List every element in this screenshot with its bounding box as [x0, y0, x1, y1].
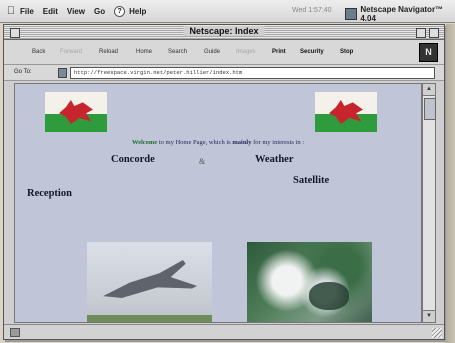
menu-file[interactable]: File [20, 7, 34, 16]
security-button[interactable]: Security [300, 49, 324, 55]
collapse-box-icon[interactable] [429, 28, 439, 38]
menu-clock: Wed 1:57:40 [292, 7, 332, 14]
application-name: Netscape Navigator™ 4.04 [360, 5, 444, 23]
desktop-edge [446, 24, 455, 343]
satellite-cloud-shadow [309, 282, 349, 310]
url-field[interactable]: http://freespace.virgin.net/peter.hillie… [70, 67, 435, 79]
search-button[interactable]: Search [168, 49, 187, 55]
menu-help[interactable]: Help [129, 7, 146, 16]
satellite-link[interactable]: Satellite [293, 175, 329, 186]
resize-grip-icon[interactable] [432, 328, 442, 338]
menu-edit[interactable]: Edit [43, 7, 58, 16]
bookmark-icon[interactable] [58, 68, 67, 78]
images-button[interactable]: Images [236, 49, 256, 55]
netscape-logo[interactable]: N [419, 43, 438, 62]
location-bar: Go To: http://freespace.virgin.net/peter… [4, 65, 444, 81]
welcome-text: Welcome to my Home Page, which is mainly… [15, 139, 421, 146]
concorde-photo[interactable] [87, 242, 212, 322]
forward-button[interactable]: Forward [60, 49, 82, 55]
apple-icon[interactable]:  [2, 5, 20, 17]
netscape-logo-letter: N [425, 47, 432, 57]
menu-bar:  File Edit View Go ? Help Wed 1:57:40 N… [0, 0, 455, 23]
up-arrow-icon[interactable]: ▲ [423, 84, 435, 96]
welcome-middle: to my Home Page, which is [157, 139, 233, 146]
welcome-emphasis: mainly [232, 139, 252, 146]
zoom-box-icon[interactable] [416, 28, 426, 38]
down-arrow-icon[interactable]: ▼ [423, 310, 435, 322]
application-menu[interactable]: Netscape Navigator™ 4.04 [345, 5, 455, 23]
title-bar[interactable]: Netscape: Index [4, 25, 444, 40]
concorde-jet-icon [103, 260, 197, 298]
status-bar [4, 324, 444, 339]
welsh-flag-right [315, 92, 377, 132]
navigation-toolbar: Back Forward Reload Home Search Guide Im… [4, 40, 444, 65]
scroll-thumb[interactable] [424, 98, 436, 120]
security-lock-icon[interactable] [10, 328, 20, 337]
reload-button[interactable]: Reload [99, 49, 118, 55]
print-button[interactable]: Print [272, 49, 286, 55]
window-title: Netscape: Index [183, 26, 265, 36]
vertical-scrollbar[interactable]: ▲ ▼ [422, 83, 436, 323]
menu-go[interactable]: Go [94, 7, 105, 16]
location-label: Go To: [14, 69, 32, 75]
ampersand: & [199, 157, 206, 166]
close-box-icon[interactable] [10, 28, 20, 38]
stop-button[interactable]: Stop [340, 49, 353, 55]
welcome-word: Welcome [131, 139, 158, 146]
back-button[interactable]: Back [32, 49, 45, 55]
guide-button[interactable]: Guide [204, 49, 220, 55]
concorde-link[interactable]: Concorde [111, 154, 155, 165]
netscape-app-icon [345, 8, 358, 20]
weather-link[interactable]: Weather [255, 154, 294, 165]
menu-view[interactable]: View [67, 7, 85, 16]
welsh-flag-left [45, 92, 107, 132]
help-icon[interactable]: ? [114, 5, 126, 17]
page-content: Welcome to my Home Page, which is mainly… [14, 83, 422, 323]
welcome-suffix: for my interests in : [251, 139, 305, 146]
runway-strip [87, 315, 212, 322]
home-button[interactable]: Home [136, 49, 152, 55]
browser-window: Netscape: Index Back Forward Reload Home… [3, 24, 445, 340]
reception-link[interactable]: Reception [27, 188, 72, 199]
satellite-photo[interactable] [247, 242, 372, 322]
